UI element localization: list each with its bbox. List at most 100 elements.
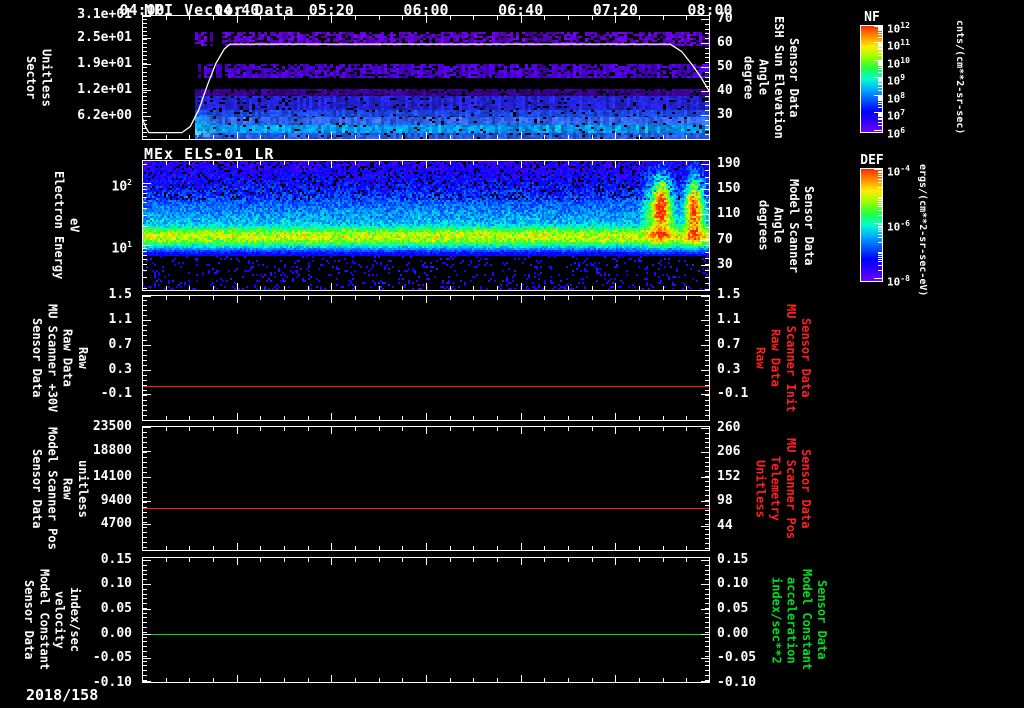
colorbar-tick-label: 107 <box>887 107 905 122</box>
tick-label: 0.00 <box>101 627 132 641</box>
tick-label: -0.1 <box>717 387 748 401</box>
axis-label-line: Sector <box>24 56 37 99</box>
colorbar-nf-unit: cnts/(cm**2-sr-sec) <box>954 20 964 134</box>
tick-label: 102 <box>112 176 132 194</box>
axis-label-line: Model Constant <box>800 569 813 670</box>
date-label: 2018/158 <box>26 686 98 704</box>
panel1-ylabel: Sector Unitless <box>24 15 52 140</box>
panel3-ylabel: Sensor Data MU Scanner +30V Raw Data Raw <box>30 295 89 421</box>
axis-label-line: degree <box>741 56 754 99</box>
axis-label-line: Sensor Data <box>802 186 815 265</box>
tick-label: 1.2e+01 <box>77 83 132 97</box>
axis-label-line: Sensor Data <box>815 580 828 659</box>
colorbar-tick-label: 10-6 <box>887 218 910 233</box>
tick-label: 1.1 <box>717 313 740 327</box>
tick-label: 0.10 <box>717 577 748 591</box>
tick-label: -0.05 <box>93 651 132 665</box>
axis-label-line: Angle <box>771 207 784 243</box>
panel3-right-label: Sensor Data MU Scanner Init Raw Data Raw <box>750 295 812 421</box>
panel1-right-label: Sensor Data ESH Sun Elevation Angle degree <box>745 15 800 140</box>
axis-label-line: Unitless <box>39 49 52 107</box>
tick-label: 23500 <box>93 420 132 434</box>
axis-label-line: MU Scanner +30V <box>45 304 58 412</box>
axis-label-line: Unitless <box>753 460 766 518</box>
colorbar-tick-label: 1011 <box>887 37 910 52</box>
tick-label: 30 <box>717 108 733 122</box>
tick-label: 4700 <box>101 517 132 531</box>
tick-label: 190 <box>717 157 740 171</box>
tick-label: 152 <box>717 470 740 484</box>
tick-label: -0.10 <box>717 676 756 690</box>
tick-label: 0.15 <box>717 553 748 567</box>
tick-label: -0.1 <box>101 387 132 401</box>
axis-label-line: Electron Energy <box>52 171 65 279</box>
tick-label: 9400 <box>101 494 132 508</box>
panel5-ylabel: Sensor Data Model Constant velocity index/s… <box>22 557 81 683</box>
panel4-right-label: Sensor Data MU Scanner Pos Telemetry Unitle… <box>750 426 812 551</box>
tick-label: 0.05 <box>101 602 132 616</box>
tick-label: 40 <box>717 84 733 98</box>
axis-label-line: Sensor Data <box>30 449 43 528</box>
tick-label: 0.15 <box>101 553 132 567</box>
tick-label: 0.7 <box>717 338 740 352</box>
axis-label-line: Sensor Data <box>787 38 800 117</box>
npi-spectrogram-canvas <box>142 15 710 140</box>
mu-scanner-30v-line-canvas <box>142 295 710 421</box>
tick-label: 2.5e+01 <box>77 31 132 45</box>
axis-label-line: Raw <box>76 347 89 369</box>
tick-label: -0.05 <box>717 651 756 665</box>
tick-label: 70 <box>717 233 733 247</box>
panel4-ylabel: Sensor Data Model Scanner Pos Raw unitless <box>30 426 89 551</box>
tick-label: 1.9e+01 <box>77 57 132 71</box>
axis-label-line: Telemetry <box>768 456 781 521</box>
axis-label-line: Raw <box>60 478 73 500</box>
colorbar-def-unit: ergs/(cm**2-sr-sec-eV) <box>917 164 927 296</box>
axis-label-line: Sensor Data <box>799 449 812 528</box>
colorbar-tick-label: 108 <box>887 90 905 105</box>
axis-label-line: Model Scanner <box>787 179 800 273</box>
axis-label-line: index/sec <box>68 587 81 652</box>
time-tick-label: 08:00 <box>678 1 742 19</box>
axis-label-line: Model Scanner Pos <box>45 427 58 550</box>
tick-label: 1.1 <box>109 313 132 327</box>
tick-label: 260 <box>717 421 740 435</box>
axis-label-line: MU Scanner Init <box>784 304 797 412</box>
tick-label: 30 <box>717 258 733 272</box>
axis-label-line: eV <box>67 218 80 232</box>
axis-label-line: Sensor Data <box>22 580 35 659</box>
tick-label: -0.10 <box>93 676 132 690</box>
tick-label: 150 <box>717 182 740 196</box>
colorbar-def-title: DEF <box>852 153 892 168</box>
axis-label-line: MU Scanner Pos <box>784 438 797 539</box>
els-spectrogram-canvas <box>142 160 710 291</box>
panel1-left-axis-ticks: 3.1e+01 2.5e+01 1.9e+01 1.2e+01 6.2e+00 <box>0 15 137 140</box>
tick-label: 0.00 <box>717 627 748 641</box>
panel5-right-label: Sensor Data Model Constant acceleration ind… <box>760 557 828 683</box>
colorbar-nf-ticks: 1012 1011 1010 109 108 107 106 <box>887 25 937 133</box>
time-tick-label: 06:40 <box>489 1 553 19</box>
tick-label: 14100 <box>93 470 132 484</box>
tick-label: 0.3 <box>717 363 740 377</box>
panel2-ylabel: Electron Energy eV <box>52 160 80 291</box>
tick-label: 0.3 <box>109 363 132 377</box>
colorbar-tick-label: 106 <box>887 125 905 140</box>
tick-label: 44 <box>717 519 733 533</box>
axis-label-line: Raw <box>753 347 766 369</box>
time-axis: 04:00 04:40 05:20 06:00 06:40 07:20 08:00 <box>0 0 1024 22</box>
time-tick-label: 04:40 <box>205 1 269 19</box>
axis-label-line: ESH Sun Elevation <box>772 16 785 139</box>
tick-label: 101 <box>112 238 132 256</box>
colorbar-def <box>860 168 883 282</box>
tick-label: 0.7 <box>109 338 132 352</box>
colorbar-tick-label: 10-4 <box>887 163 910 178</box>
colorbar-tick-label: 1010 <box>887 55 910 70</box>
tick-label: 50 <box>717 60 733 74</box>
colorbar-tick-label: 10-8 <box>887 273 910 288</box>
axis-label-line: Model Constant <box>37 569 50 670</box>
tick-label: 18800 <box>93 444 132 458</box>
tick-label: 110 <box>717 207 740 221</box>
axis-label-line: Angle <box>756 59 769 95</box>
tick-label: 60 <box>717 36 733 50</box>
figure-root: NPI Vector Data MEx ELS-01 LR 3.1e+01 2.5… <box>0 0 1024 708</box>
model-scanner-pos-line-canvas <box>142 426 710 551</box>
